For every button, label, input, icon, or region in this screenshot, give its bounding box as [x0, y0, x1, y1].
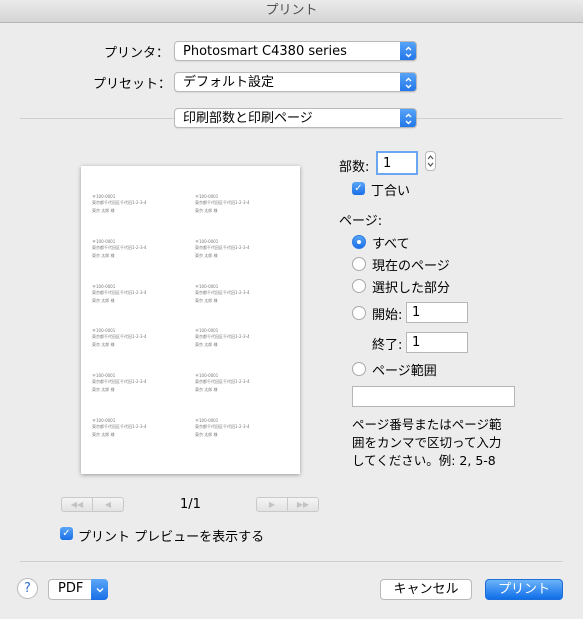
preset-value: デフォルト設定	[183, 75, 275, 90]
question-icon: ?	[24, 581, 31, 596]
section-select[interactable]: 印刷部数と印刷ページ	[174, 108, 417, 128]
pages-all-radio[interactable]	[352, 235, 366, 249]
window-title: プリント	[265, 3, 318, 18]
printer-select[interactable]: Photosmart C4380 series	[174, 41, 417, 61]
pages-all-label: すべて	[372, 237, 410, 252]
pages-from-value: 1	[412, 305, 421, 320]
checkmark-icon: ✓	[62, 528, 71, 539]
double-left-arrow-icon: ◀◀	[70, 500, 84, 509]
pages-selection-label: 選択した部分	[372, 281, 451, 296]
hint-line: ページ番号またはページ範	[352, 417, 502, 432]
preview-label: 〒100-0001 東京都千代田区千代田1-2-3-4 東京 太郎 様	[195, 373, 250, 392]
collate-checkbox[interactable]: ✓	[352, 182, 365, 195]
cancel-button[interactable]: キャンセル	[380, 579, 472, 600]
pages-range-label: ページ範囲	[372, 364, 437, 379]
preset-select[interactable]: デフォルト設定	[174, 72, 417, 92]
pages-range-input[interactable]	[352, 386, 515, 407]
preview-label: 〒100-0001 東京都千代田区千代田1-2-3-4 東京 太郎 様	[195, 239, 250, 258]
page-indicator: 1/1	[180, 497, 201, 512]
preview-label: 〒100-0001 東京都千代田区千代田1-2-3-4 東京 太郎 様	[92, 239, 147, 258]
copies-input[interactable]: 1	[376, 151, 418, 175]
pages-current-radio[interactable]	[352, 257, 366, 271]
stepper-arrows-icon	[427, 155, 434, 167]
preview-label: 〒100-0001 東京都千代田区千代田1-2-3-4 東京 太郎 様	[195, 418, 250, 437]
last-page-button[interactable]: ▶▶	[287, 497, 319, 512]
preview-label: 〒100-0001 東京都千代田区千代田1-2-3-4 東京 太郎 様	[92, 284, 147, 303]
pages-label: ページ:	[339, 214, 383, 229]
pages-from-input[interactable]: 1	[406, 302, 468, 323]
pages-from-radio[interactable]	[352, 306, 366, 320]
collate-label: 丁合い	[371, 184, 411, 199]
pages-to-label: 終了:	[372, 338, 403, 353]
updown-chevron-icon	[400, 109, 416, 127]
pages-range-hint: ページ番号またはページ範 囲をカンマで区切って入力 してください。例: 2, 5…	[352, 416, 552, 470]
show-preview-checkbox[interactable]: ✓	[60, 527, 73, 540]
copies-label: 部数:	[339, 160, 370, 175]
first-page-button[interactable]: ◀◀	[61, 497, 93, 512]
preset-label: プリセット：	[93, 77, 172, 92]
hint-line: してください。例: 2, 5-8	[352, 453, 496, 468]
right-arrow-icon: ▶	[268, 500, 276, 509]
copies-value: 1	[383, 156, 392, 171]
pages-from-label: 開始:	[372, 308, 403, 323]
updown-chevron-icon	[400, 42, 416, 60]
cancel-label: キャンセル	[393, 582, 459, 597]
preview-label: 〒100-0001 東京都千代田区千代田1-2-3-4 東京 太郎 様	[195, 194, 250, 213]
pages-range-radio[interactable]	[352, 362, 366, 376]
section-value: 印刷部数と印刷ページ	[183, 111, 313, 126]
pages-selection-radio[interactable]	[352, 279, 366, 293]
help-button[interactable]: ?	[17, 578, 38, 599]
checkmark-icon: ✓	[354, 183, 363, 194]
preview-label: 〒100-0001 東京都千代田区千代田1-2-3-4 東京 太郎 様	[195, 328, 250, 347]
updown-chevron-icon	[400, 73, 416, 91]
chevron-down-icon	[91, 579, 108, 600]
print-preview-page: 〒100-0001 東京都千代田区千代田1-2-3-4 東京 太郎 様 〒100-0…	[81, 166, 300, 474]
footer-divider	[20, 561, 563, 562]
copies-stepper[interactable]	[425, 151, 436, 171]
preview-label: 〒100-0001 東京都千代田区千代田1-2-3-4 東京 太郎 様	[195, 284, 250, 303]
prev-page-button[interactable]: ◀	[92, 497, 124, 512]
printer-label: プリンタ：	[104, 46, 170, 61]
print-button[interactable]: プリント	[485, 579, 563, 600]
pages-current-label: 現在のページ	[372, 259, 450, 274]
preview-label: 〒100-0001 東京都千代田区千代田1-2-3-4 東京 太郎 様	[92, 373, 147, 392]
double-right-arrow-icon: ▶▶	[296, 500, 310, 509]
pdf-menu-button[interactable]: PDF	[48, 579, 108, 600]
preview-label: 〒100-0001 東京都千代田区千代田1-2-3-4 東京 太郎 様	[92, 328, 147, 347]
printer-value: Photosmart C4380 series	[183, 44, 347, 59]
preview-label: 〒100-0001 東京都千代田区千代田1-2-3-4 東京 太郎 様	[92, 418, 147, 437]
title-bar: プリント	[0, 0, 583, 23]
show-preview-label: プリント プレビューを表示する	[78, 530, 265, 545]
pdf-label: PDF	[58, 581, 84, 596]
print-label: プリント	[497, 582, 550, 597]
left-arrow-icon: ◀	[104, 500, 112, 509]
preview-label: 〒100-0001 東京都千代田区千代田1-2-3-4 東京 太郎 様	[92, 194, 147, 213]
pages-to-value: 1	[412, 335, 421, 350]
hint-line: 囲をカンマで区切って入力	[352, 435, 502, 450]
next-page-button[interactable]: ▶	[256, 497, 288, 512]
pages-to-input[interactable]: 1	[406, 332, 468, 353]
